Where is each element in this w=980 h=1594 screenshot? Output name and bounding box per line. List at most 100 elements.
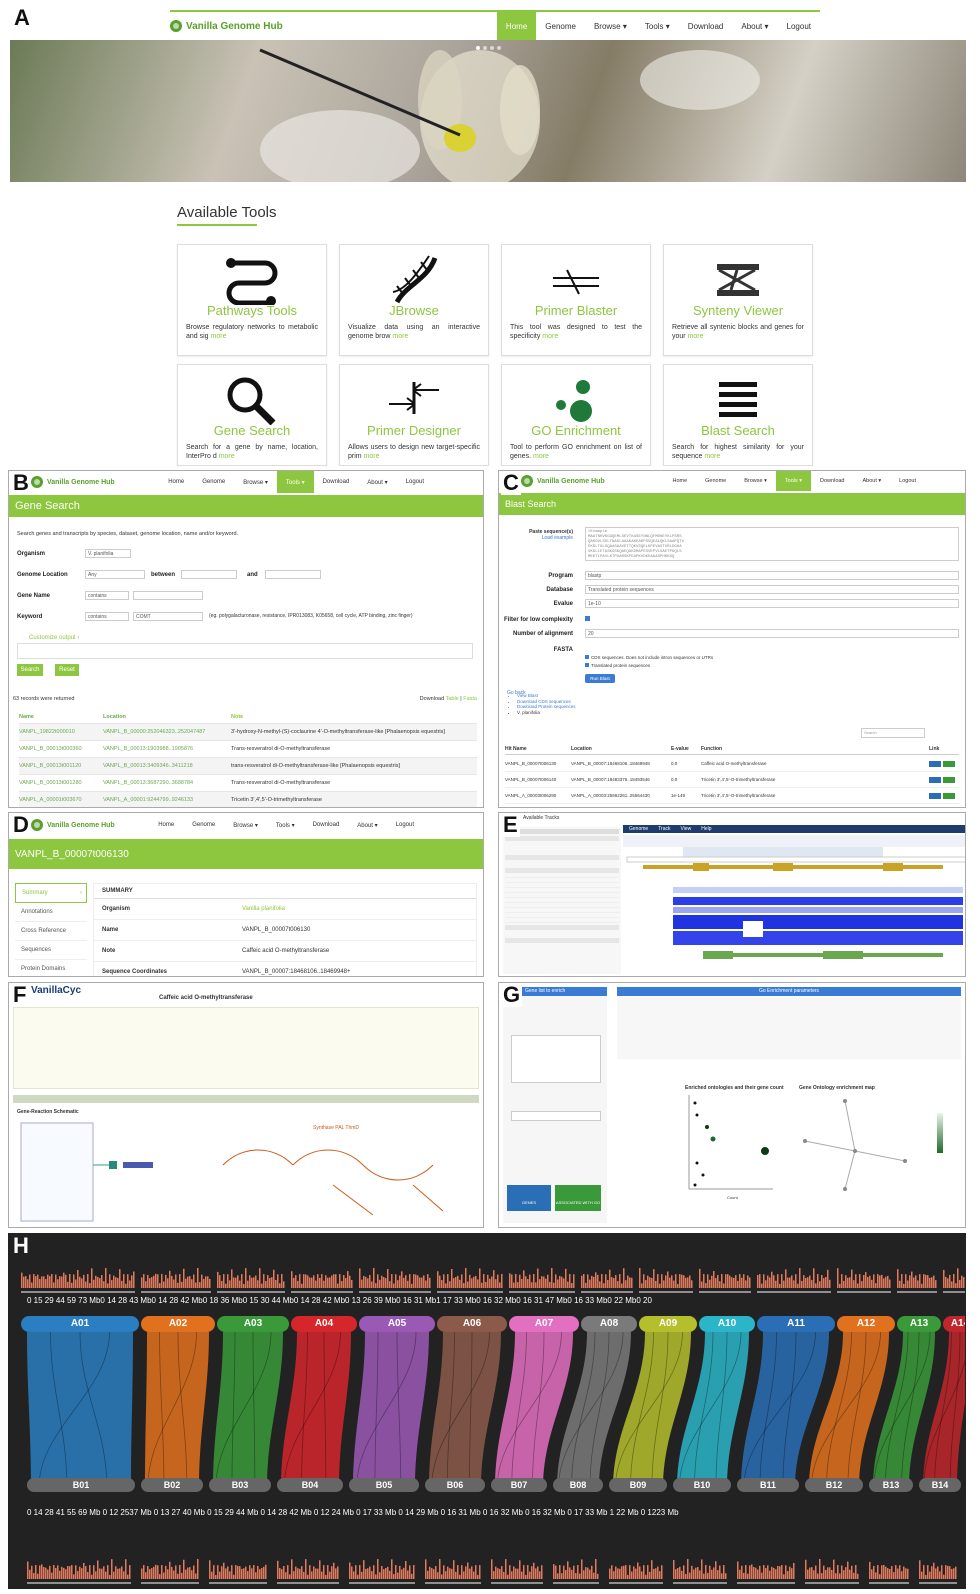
chromosome-a06[interactable]: A06 (437, 1316, 507, 1332)
more-link[interactable]: more (219, 453, 235, 460)
nav-download[interactable]: Download (811, 471, 853, 491)
sequence-textarea[interactable]: >Example MAATNKVKGGQEMLSEVTKASEYNNLQFMDNE… (585, 527, 959, 561)
associated-go-button[interactable]: ASSOCIATED WITH GO (555, 1185, 601, 1211)
tool-card-synteny[interactable]: Synteny Viewer Retrieve all syntenic blo… (663, 244, 813, 356)
chromosome-a11[interactable]: A11 (757, 1316, 835, 1332)
brand[interactable]: Vanilla Genome Hub (31, 476, 115, 488)
table-row[interactable]: VANPL_B_00013t001120 VANPL_B_00013:340934… (19, 757, 477, 774)
side-protein-domains[interactable]: Protein Domains (15, 960, 87, 976)
organism-link[interactable]: Vanilla planifolia (242, 906, 285, 912)
gene-link[interactable]: VANPL_B_00013t001280 (19, 780, 103, 786)
tool-card-blast[interactable]: Blast Search Search for highest similari… (663, 364, 813, 466)
end-input[interactable] (265, 570, 321, 579)
gene-list-textarea[interactable] (511, 1035, 601, 1083)
menu-genome[interactable]: Genome (629, 826, 648, 832)
keyword-op[interactable]: contains (85, 612, 129, 621)
nav-about[interactable]: About ▾ (732, 12, 777, 40)
nav-browse[interactable]: Browse ▾ (224, 813, 267, 837)
genome-browser-view[interactable] (623, 835, 966, 975)
chromosome-a12[interactable]: A12 (837, 1316, 895, 1332)
browse-button[interactable] (943, 760, 955, 767)
chromosome-b05[interactable]: B05 (349, 1478, 419, 1492)
location-link[interactable]: VANPL_A_00001:9244799..9246133 (103, 797, 231, 803)
chromosome-b10[interactable]: B10 (673, 1478, 731, 1492)
load-example-link[interactable]: Load example (523, 535, 573, 541)
nav-download[interactable]: Download (679, 12, 733, 40)
report-button[interactable] (929, 776, 941, 783)
location-link[interactable]: VANPL_B_00000:252046323..252047487 (103, 729, 231, 735)
more-link[interactable]: more (688, 333, 704, 340)
protein-option[interactable]: Translated protein sequences (585, 663, 650, 668)
chromosome-b04[interactable]: B04 (277, 1478, 343, 1492)
location-select[interactable]: Any (85, 570, 145, 579)
side-sequences[interactable]: Sequences (15, 941, 87, 960)
gene-link[interactable]: VANPL_19822t000010 (19, 729, 103, 735)
organism-select[interactable]: V. planifolia (85, 549, 131, 558)
tool-card-pathways[interactable]: Pathways Tools Browse regulatory network… (177, 244, 327, 356)
fasta-link[interactable]: Fasta (463, 696, 477, 702)
cds-option[interactable]: CDS sequences. Does not include intron s… (585, 655, 713, 660)
synteny-ribbon[interactable] (429, 1332, 501, 1488)
nav-logout[interactable]: Logout (387, 813, 423, 837)
more-link[interactable]: more (211, 333, 227, 340)
nav-logout[interactable]: Logout (890, 471, 925, 491)
chromosome-b09[interactable]: B09 (609, 1478, 667, 1492)
browse-button[interactable] (943, 776, 955, 783)
nav-tools[interactable]: Tools ▾ (267, 813, 304, 837)
table-row[interactable]: VANPL_B_00013t000360 VANPL_B_00013:190398… (19, 740, 477, 757)
brand[interactable]: Vanilla Genome Hub (31, 819, 115, 831)
vanillacyc-brand[interactable]: VanillaCyc (31, 985, 81, 996)
evalue-input[interactable]: 1e-10 (585, 599, 959, 608)
tool-card-go-enrichment[interactable]: GO Enrichment Tool to perform GO enrichm… (501, 364, 651, 466)
chromosome-b08[interactable]: B08 (553, 1478, 603, 1492)
table-row[interactable]: VANPL_B_00013t001280 VANPL_B_00013:368729… (19, 774, 477, 791)
table-search-input[interactable]: Search (861, 728, 925, 738)
nav-home[interactable]: Home (159, 471, 193, 493)
chromosome-a10[interactable]: A10 (699, 1316, 755, 1332)
filter-checkbox[interactable] (585, 616, 590, 621)
synteny-ribbon[interactable] (145, 1332, 209, 1488)
menu-view[interactable]: View (681, 826, 692, 832)
species-link[interactable]: V. planifolia (517, 710, 576, 716)
chromosome-b12[interactable]: B12 (805, 1478, 863, 1492)
reset-button[interactable]: Reset (55, 664, 79, 676)
more-link[interactable]: more (392, 333, 408, 340)
brand[interactable]: Vanilla Genome Hub (521, 475, 605, 487)
chromosome-b03[interactable]: B03 (209, 1478, 271, 1492)
genome-select[interactable] (511, 1111, 601, 1121)
chromosome-a04[interactable]: A04 (291, 1316, 357, 1332)
nav-genome[interactable]: Genome (183, 813, 224, 837)
nav-tools[interactable]: Tools ▾ (636, 12, 679, 40)
tool-card-primer-blaster[interactable]: Primer Blaster This tool was designed to… (501, 244, 651, 356)
keyword-input[interactable]: COMT (133, 612, 203, 621)
brand[interactable]: Vanilla Genome Hub (170, 20, 283, 32)
location-link[interactable]: VANPL_B_00013:3687290..3688784 (103, 780, 231, 786)
gene-link[interactable]: VANPL_B_00013t001120 (19, 763, 103, 769)
chromosome-a08[interactable]: A08 (581, 1316, 637, 1332)
report-button[interactable] (929, 760, 941, 767)
location-link[interactable]: VANPL_B_00013:1903988..1905876 (103, 746, 231, 752)
database-select[interactable]: Translated protein sequences (585, 585, 959, 594)
chromosome-b13[interactable]: B13 (869, 1478, 913, 1492)
side-annotations[interactable]: Annotations (15, 903, 87, 922)
nav-about[interactable]: About ▾ (348, 813, 386, 837)
chromosome-b02[interactable]: B02 (141, 1478, 203, 1492)
chromosome-a09[interactable]: A09 (639, 1316, 697, 1332)
nav-about[interactable]: About ▾ (358, 471, 396, 493)
more-link[interactable]: more (704, 453, 720, 460)
chromosome-a05[interactable]: A05 (359, 1316, 435, 1332)
nav-genome[interactable]: Genome (696, 471, 735, 491)
gene-link[interactable]: VANPL_B_00013t000360 (19, 746, 103, 752)
start-input[interactable] (181, 570, 237, 579)
nav-logout[interactable]: Logout (778, 12, 820, 40)
chromosome-a07[interactable]: A07 (509, 1316, 579, 1332)
side-summary[interactable]: Summary › (15, 883, 87, 903)
menu-help[interactable]: Help (701, 826, 711, 832)
chromosome-a14[interactable]: A14 (943, 1316, 965, 1332)
nav-browse[interactable]: Browse ▾ (234, 471, 277, 493)
search-button[interactable]: Search (17, 664, 43, 676)
customize-output[interactable]: Customize output ‹ (29, 635, 79, 641)
location-link[interactable]: VANPL_B_00013:3409346..3411218 (103, 763, 231, 769)
chromosome-a01[interactable]: A01 (21, 1316, 139, 1332)
synteny-ribbon[interactable] (353, 1332, 429, 1488)
